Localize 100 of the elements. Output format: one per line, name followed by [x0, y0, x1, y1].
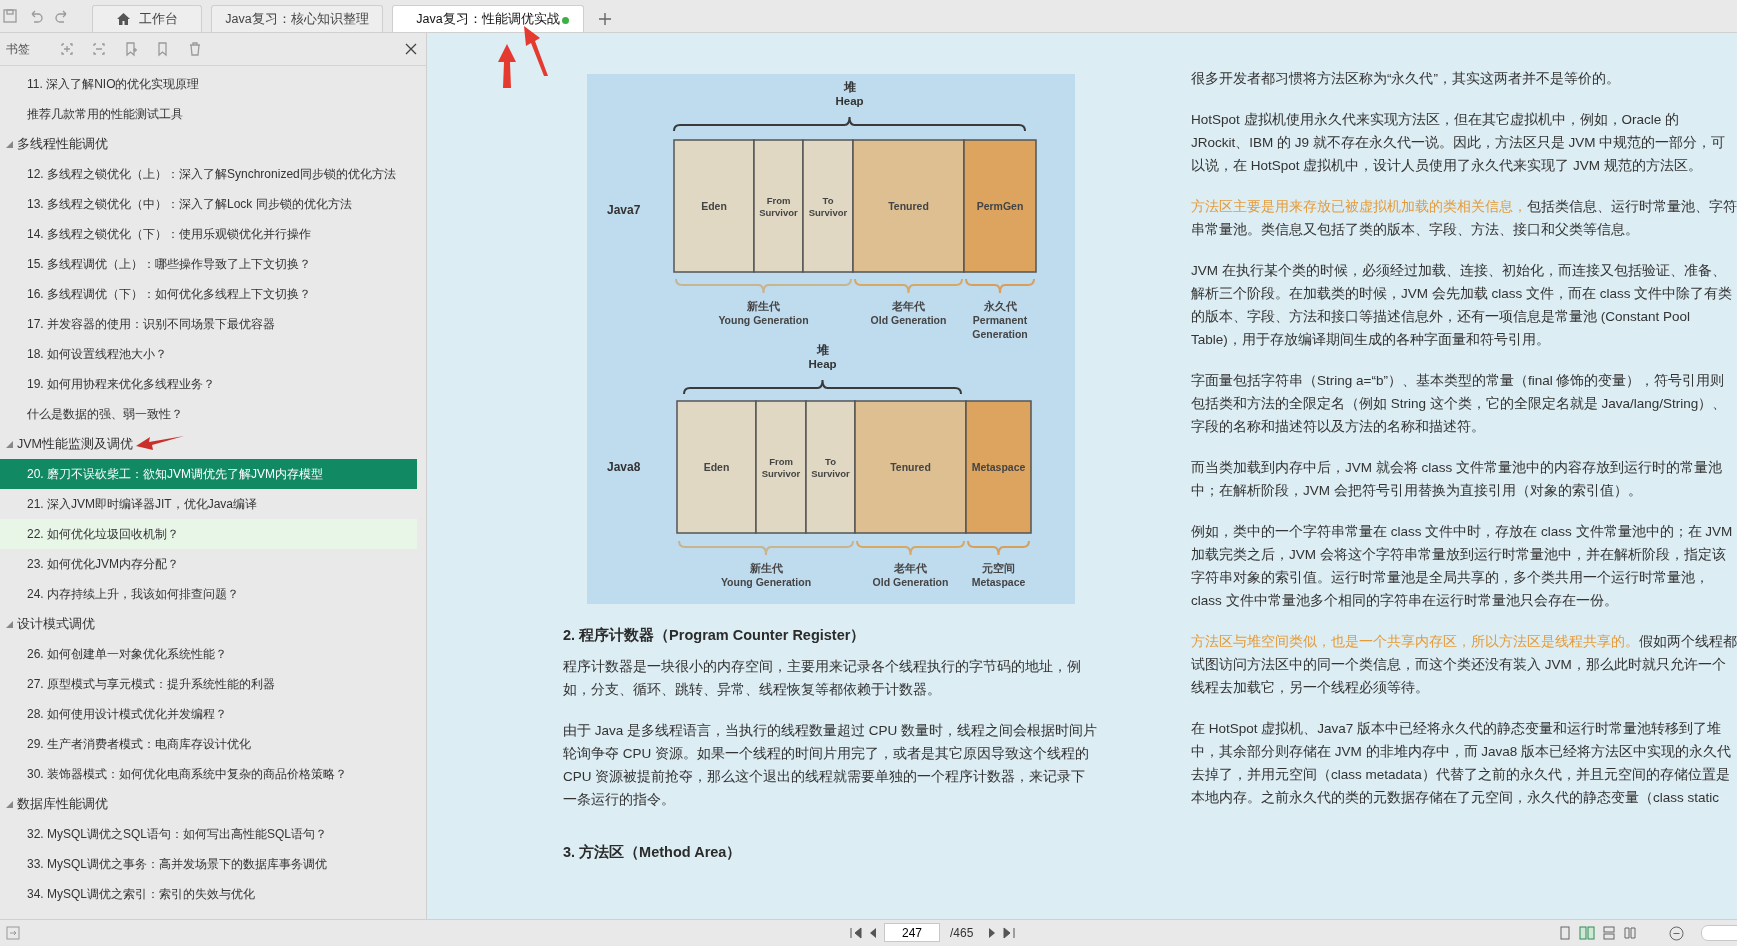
- paragraph: 程序计数器是一块很小的内存空间，主要用来记录各个线程执行的字节码的地址，例如，分支、循环、跳转、异常、线程恢复等都依赖于计数器。: [563, 658, 1082, 699]
- region-label: Eden: [703, 461, 730, 473]
- book-view-icon[interactable]: [1623, 926, 1637, 940]
- region-label: Metaspace: [971, 461, 1026, 473]
- paragraph: 方法区主要是用来存放已被虚拟机加载的类相关信息，包括类信息、运行时常量池、字符串常量池。类信息又包括了类的版本、字段、方法、接口和父类等信息。: [1191, 198, 1737, 239]
- document-tab[interactable]: Java复习：核心知识整理: [211, 5, 383, 32]
- bookmark-item[interactable]: 33. MySQL调优之事务：高并发场景下的数据库事务调优: [0, 849, 417, 879]
- heap-label: Heap: [835, 95, 864, 107]
- heap-label: 堆: [843, 81, 856, 93]
- paragraph: 由于 Java 是多线程语言，当执行的线程数量超过 CPU 数量时，线程之间会根据时间片轮询争夺 CPU 资源。如果一个线程的时间片用完了，或者是其它原因导致这个线程的 CPU 资源被提前抢夺，那么这个退出的线程就需要单独的一个程序计数器，来记录下一条运行的指令。: [563, 722, 1099, 809]
- bookmark-item[interactable]: 19. 如何用协程来优化多线程业务？: [0, 369, 417, 399]
- row-label: Java7: [607, 203, 641, 217]
- section-heading: 3. 方法区（Method Area）: [563, 843, 742, 862]
- bookmark-item[interactable]: 17. 并发容器的使用：识别不同场景下最优容器: [0, 309, 417, 339]
- section-heading: 2. 程序计数器（Program Counter Register）: [563, 626, 866, 645]
- bookmark-item[interactable]: 16. 多线程调优（下）：如何优化多线程上下文切换？: [0, 279, 417, 309]
- paragraph: HotSpot 虚拟机使用永久代来实现方法区，但在其它虚拟机中，例如，Oracle 的 JRockit、IBM 的 J9 就不存在永久代一说。因此，方法区只是 JVM 中规范的一部分，可以说，在 HotSpot 虚拟机中，设计人员使用了永久代来实现了 JVM 规范的方法区。: [1191, 111, 1727, 175]
- bookmark-item[interactable]: 24. 内存持续上升，我该如何排查问题？: [0, 579, 417, 609]
- annotation-arrow: [498, 44, 516, 88]
- document-tab[interactable]: Java复习：性能调优实战: [392, 5, 584, 32]
- generation-label: Young Generation: [718, 314, 809, 326]
- bookmark-section[interactable]: 多线程性能调优: [0, 129, 108, 159]
- bookmark-item[interactable]: 什么是数据的强、弱一致性？: [0, 399, 417, 429]
- plus-icon[interactable]: [599, 12, 611, 25]
- zoom-out-icon[interactable]: [1669, 925, 1684, 941]
- expand-triangle-icon[interactable]: [6, 440, 13, 448]
- trash-icon[interactable]: [187, 41, 203, 57]
- two-page-icon[interactable]: [1579, 926, 1595, 940]
- generation-label: 永久代: [983, 300, 1017, 312]
- generation-label: 元空间: [982, 562, 1015, 574]
- annotation-arrow: [524, 24, 548, 76]
- paragraph: 字面量包括字符串（String a=“b”）、基本类型的常量（final 修饰的变量），符号引用则包括类和方法的全限定名（例如 String 这个类，它的全限定名就是 Java/lang/String）、字段的名称和描述符以及方法的名称和描述符。: [1191, 372, 1728, 436]
- collapse-icon[interactable]: [91, 41, 107, 57]
- generation-brace: [965, 278, 1035, 294]
- generation-label: 新生代: [747, 300, 780, 312]
- bookmark-item[interactable]: 15. 多线程调优（上）：哪些操作导致了上下文切换？: [0, 249, 417, 279]
- generation-label: 老年代: [892, 300, 925, 312]
- region-label: Survivor: [761, 468, 801, 479]
- bookmark-item[interactable]: 14. 多线程之锁优化（下）：使用乐观锁优化并行操作: [0, 219, 417, 249]
- generation-label: Permanent: [972, 314, 1028, 326]
- generation-brace: [967, 540, 1030, 556]
- single-page-icon[interactable]: [1558, 926, 1572, 940]
- expand-icon[interactable]: [59, 41, 75, 57]
- paragraph: 方法区与堆空间类似，也是一个共享内存区，所以方法区是线程共享的。假如两个线程都试图访问方法区中的同一个类信息，而这个类还没有装入 JVM，那么此时就只允许一个线程去加载它，另一个线程必须等待。: [1191, 633, 1737, 697]
- paragraph: 在 HotSpot 虚拟机、Java7 版本中已经将永久代的静态变量和运行时常量池转移到了堆中，其余部分则存储在 JVM 的非堆内存中，而 Java8 版本已经将方法区中实现的永久代去掉了，并用元空间（class metadata）代替了之前的永久代，并且元空间的存储位置是本地内存。之前永久代的类的元数据存储在了元空间，永久代的静态变量（class static: [1191, 720, 1733, 807]
- paragraph: JVM 在执行某个类的时候，必须经过加载、连接、初始化，而连接又包括验证、准备、解析三个阶段。在加载类的时候，JVM 会先加载 class 文件，而在 class 文件中除了有类的版本、字段、方法和接口等描述信息外，还有一项信息是常量池 (Constant Pool Table)，用于存放编译期间生成的各种字面量和符号引用。: [1191, 262, 1734, 349]
- bookmark-item[interactable]: 推荐几款常用的性能测试工具: [0, 99, 417, 129]
- last-page-icon[interactable]: [1003, 926, 1016, 939]
- region-label: From: [766, 195, 791, 206]
- bookmark-item[interactable]: 34. MySQL调优之索引：索引的失效与优化: [0, 879, 417, 909]
- annotation-arrow: [136, 436, 184, 452]
- bookmark-item[interactable]: 21. 深入JVM即时编译器JIT，优化Java编译: [0, 489, 417, 519]
- row-label: Java8: [607, 460, 641, 474]
- generation-label: Old Generation: [872, 576, 949, 588]
- continuous-page-icon[interactable]: [1602, 926, 1616, 940]
- close-icon[interactable]: [403, 41, 419, 57]
- first-page-icon[interactable]: [850, 926, 862, 939]
- generation-label: Generation: [972, 328, 1028, 340]
- bookmark-item[interactable]: 11. 深入了解NIO的优化实现原理: [0, 69, 417, 99]
- bookmark-item[interactable]: 13. 多线程之锁优化（中）：深入了解Lock 同步锁的优化方法: [0, 189, 417, 219]
- sidebar-toggle-icon[interactable]: [6, 926, 20, 940]
- add-bookmark-icon[interactable]: [123, 41, 139, 57]
- bookmark-item[interactable]: 29. 生产者消费者模式：电商库存设计优化: [0, 729, 417, 759]
- generation-label: Young Generation: [720, 576, 812, 588]
- expand-triangle-icon[interactable]: [6, 140, 13, 148]
- bookmark-section[interactable]: JVM性能监测及调优: [0, 429, 133, 459]
- bookmark-item[interactable]: 12. 多线程之锁优化（上）：深入了解Synchronized同步锁的优化方法: [0, 159, 417, 189]
- paragraph: 而当类加载到内存中后，JVM 就会将 class 文件常量池中的内容存放到运行时的常量池中；在解析阶段，JVM 会把符号引用替换为直接引用（对象的索引值）。: [1191, 459, 1723, 500]
- generation-label: Old Generation: [870, 314, 947, 326]
- expand-triangle-icon[interactable]: [6, 800, 13, 808]
- document-tab[interactable]: 工作台: [92, 5, 202, 32]
- expand-triangle-icon[interactable]: [6, 620, 13, 628]
- page-total: /465: [950, 925, 974, 940]
- save-icon[interactable]: [2, 7, 18, 24]
- generation-label: 老年代: [894, 562, 927, 574]
- region-label: Survivor: [811, 468, 850, 479]
- paragraph: 例如，类中的一个字符串常量在 class 文件中时，存放在 class 文件常量池中的；在 JVM 加载完类之后，JVM 会将这个字符串常量放到运行时常量池中，并在解析阶段，指定该字符串对象的索引值。运行时常量池是全局共享的，多个类共用一个运行时常量池，class 文件中常量池多个相同的字符串在运行时常量池只会存在一份。: [1191, 523, 1734, 610]
- bookmark-item[interactable]: 28. 如何使用设计模式优化并发编程？: [0, 699, 417, 729]
- region-label: Survivor: [808, 207, 848, 218]
- previous-page-icon[interactable]: [868, 926, 878, 939]
- heap-label: Heap: [808, 358, 837, 370]
- unsaved-dot: [562, 17, 569, 24]
- bookmark-item[interactable]: 30. 装饰器模式：如何优化电商系统中复杂的商品价格策略？: [0, 759, 417, 789]
- bookmark-section[interactable]: 设计模式调优: [0, 609, 95, 639]
- region-label: From: [769, 456, 793, 467]
- bookmark-item[interactable]: 23. 如何优化JVM内存分配？: [0, 549, 417, 579]
- bookmark-item[interactable]: 20. 磨刀不误砍柴工：欲知JVM调优先了解JVM内存模型: [0, 459, 417, 489]
- bookmark-item[interactable]: 27. 原型模式与享元模式：提升系统性能的利器: [0, 669, 417, 699]
- region-label: To: [825, 456, 836, 467]
- bookmark-item[interactable]: 26. 如何创建单一对象优化系统性能？: [0, 639, 417, 669]
- bookmark-item[interactable]: 18. 如何设置线程池大小？: [0, 339, 417, 369]
- region-label: Eden: [701, 200, 727, 212]
- bookmark-item[interactable]: 22. 如何优化垃圾回收机制？: [0, 519, 417, 549]
- heap-label: 堆: [816, 344, 829, 356]
- bookmark-section[interactable]: 数据库性能调优: [0, 789, 108, 819]
- generation-label: Metaspace: [971, 576, 1026, 588]
- page-number-field[interactable]: 247: [884, 923, 940, 942]
- bookmark-item[interactable]: 32. MySQL调优之SQL语句：如何写出高性能SQL语句？: [0, 819, 417, 849]
- region-label: Tenured: [890, 461, 931, 473]
- region-label: PermGen: [976, 200, 1024, 212]
